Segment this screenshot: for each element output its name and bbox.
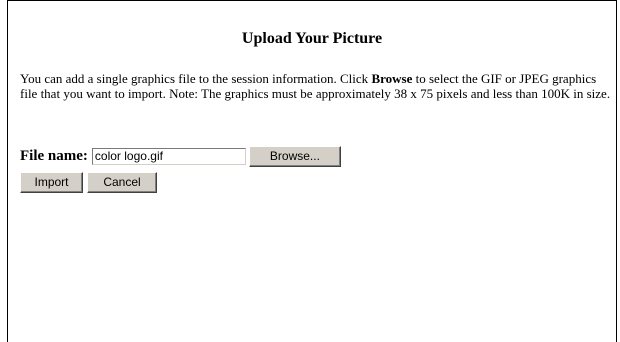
instructions-browse-keyword: Browse [371,71,413,86]
page-title: Upload Your Picture [241,30,383,47]
instructions-text: You can add a single graphics file to th… [20,71,616,101]
file-name-label: File name: [20,148,88,164]
cancel-button[interactable]: Cancel [87,172,157,193]
browse-button[interactable]: Browse... [248,146,341,167]
file-name-input[interactable]: color logo.gif [91,148,246,165]
import-button[interactable]: Import [20,172,83,193]
instructions-part-1: You can add a single graphics file to th… [20,71,372,86]
upload-dialog: Upload Your Picture You can add a single… [7,0,617,342]
file-name-row: File name: color logo.gif Browse... [20,146,341,167]
action-buttons: Import Cancel [20,172,157,193]
